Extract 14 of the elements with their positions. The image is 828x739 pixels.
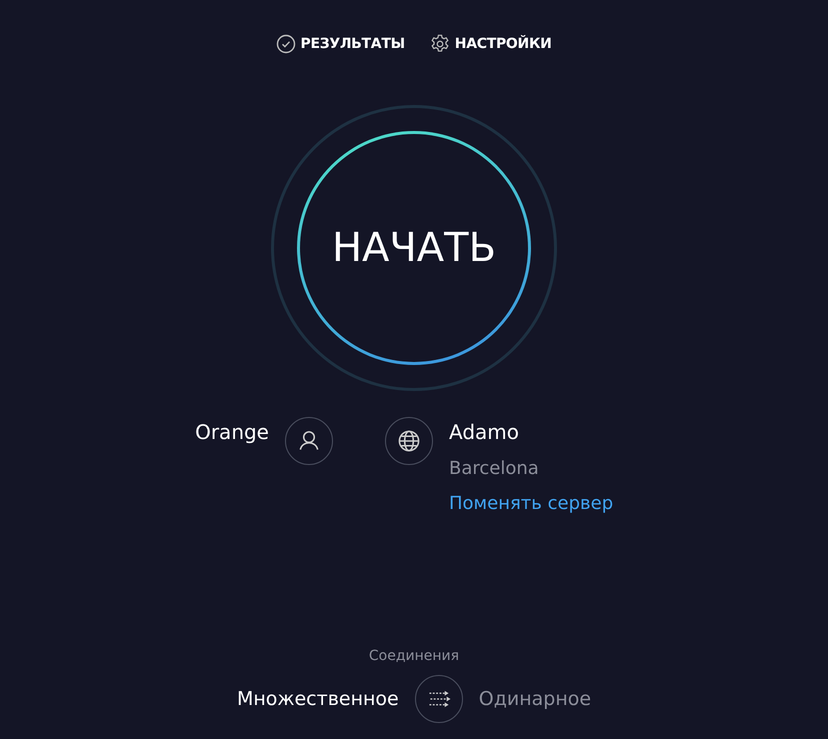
- connection-option[interactable]: Множественное: [236, 684, 399, 714]
- nav-link[interactable]: НАСТРОЙКИ: [454, 34, 552, 54]
- change-server-link[interactable]: Поменять сервер: [449, 490, 614, 517]
- globe-icon: [385, 417, 433, 465]
- connection-option[interactable]: Одинарное: [478, 684, 592, 714]
- person-icon: [285, 417, 333, 465]
- arrows-icon: [414, 675, 463, 723]
- check-circle-icon: [276, 34, 296, 54]
- connections-label: Соединения: [368, 647, 460, 666]
- provider-name: Orange: [195, 419, 269, 446]
- server-location: Barcelona: [449, 457, 540, 481]
- start-button[interactable]: НАЧАТЬ: [297, 131, 531, 365]
- server-name: Adamo: [449, 419, 520, 446]
- nav-link[interactable]: РЕЗУЛЬТАТЫ: [300, 34, 405, 54]
